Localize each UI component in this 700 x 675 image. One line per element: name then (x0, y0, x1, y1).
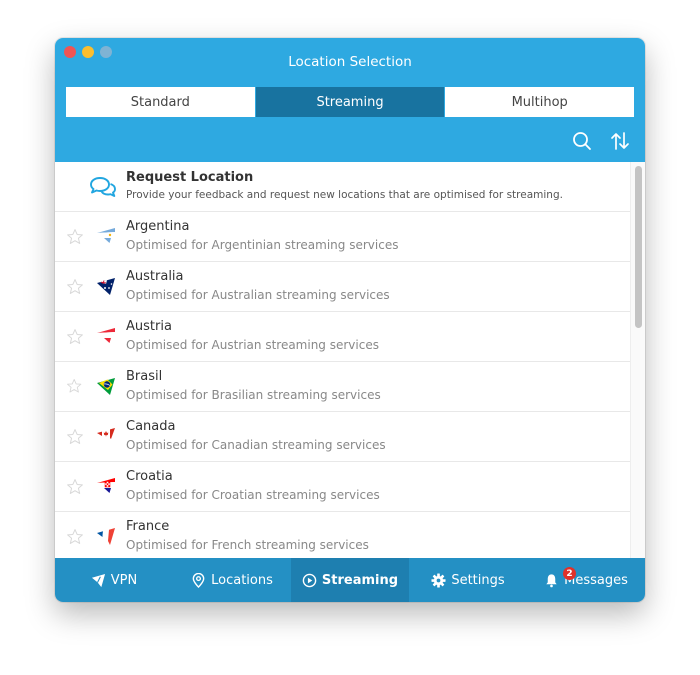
location-row-argentina[interactable]: Argentina Optimised for Argentinian stre… (55, 212, 630, 262)
list-scrollbar-thumb[interactable] (635, 166, 642, 328)
location-row-austria[interactable]: Austria Optimised for Austrian streaming… (55, 312, 630, 362)
location-name: Australia (126, 269, 184, 284)
favorite-star-icon[interactable] (66, 428, 84, 446)
canada-flag-icon (97, 428, 115, 439)
location-description: Optimised for Brasilian streaming servic… (126, 388, 381, 402)
nav-vpn[interactable]: VPN (55, 558, 173, 602)
messages-badge: 2 (563, 567, 576, 580)
nav-locations[interactable]: Locations (173, 558, 291, 602)
location-row-canada[interactable]: Canada Optimised for Canadian streaming … (55, 412, 630, 462)
play-circle-icon (302, 573, 317, 587)
list-scrollbar[interactable] (630, 162, 645, 558)
chat-bubbles-icon (90, 177, 116, 197)
gear-icon (431, 572, 446, 588)
tab-multihop[interactable]: Multihop (445, 87, 635, 117)
location-list: Request Location Provide your feedback a… (55, 162, 630, 558)
location-row-brasil[interactable]: Brasil Optimised for Brasilian streaming… (55, 362, 630, 412)
favorite-star-icon[interactable] (66, 278, 84, 296)
location-selection-window: Location Selection Standard Streaming Mu… (55, 38, 645, 602)
favorite-star-icon[interactable] (66, 528, 84, 546)
nav-settings-label: Settings (451, 572, 505, 588)
request-location-row[interactable]: Request Location Provide your feedback a… (55, 162, 630, 212)
sort-icon (611, 132, 629, 150)
tab-standard[interactable]: Standard (66, 87, 256, 117)
location-pin-icon (192, 572, 205, 588)
location-row-france[interactable]: France Optimised for French streaming se… (55, 512, 630, 558)
bell-icon (546, 573, 557, 587)
title-bar: Location Selection Standard Streaming Mu… (55, 38, 645, 162)
sort-button[interactable] (609, 130, 631, 152)
location-row-australia[interactable]: Australia Optimised for Australian strea… (55, 262, 630, 312)
window-title: Location Selection (288, 54, 412, 70)
tab-streaming[interactable]: Streaming (255, 87, 446, 117)
brasil-flag-icon (97, 378, 115, 395)
location-name: Canada (126, 419, 176, 434)
argentina-flag-icon (97, 228, 115, 243)
favorite-star-icon[interactable] (66, 478, 84, 496)
search-button[interactable] (571, 130, 593, 152)
location-name: Croatia (126, 469, 173, 484)
location-name: Argentina (126, 219, 190, 234)
location-name: Brasil (126, 369, 163, 384)
nav-locations-label: Locations (211, 572, 273, 588)
favorite-star-icon[interactable] (66, 378, 84, 396)
australia-flag-icon (97, 278, 115, 295)
location-name: Austria (126, 319, 172, 334)
favorite-star-icon[interactable] (66, 228, 84, 246)
location-description: Optimised for Austrian streaming service… (126, 338, 379, 352)
location-description: Optimised for Argentinian streaming serv… (126, 238, 399, 252)
nav-streaming[interactable]: Streaming (291, 558, 409, 602)
bottom-navigation: VPN Locations Streaming Settings 2 Messa… (55, 558, 645, 602)
request-location-description: Provide your feedback and request new lo… (126, 189, 563, 201)
request-location-title: Request Location (126, 170, 254, 185)
search-icon (573, 132, 591, 150)
nav-streaming-label: Streaming (321, 572, 399, 588)
location-description: Optimised for Croatian streaming service… (126, 488, 380, 502)
location-description: Optimised for Canadian streaming service… (126, 438, 386, 452)
nav-settings[interactable]: Settings (409, 558, 527, 602)
location-name: France (126, 519, 170, 534)
location-row-croatia[interactable]: Croatia Optimised for Croatian streaming… (55, 462, 630, 512)
location-tabs: Standard Streaming Multihop (66, 87, 635, 117)
nav-messages[interactable]: 2 Messages (527, 558, 645, 602)
location-description: Optimised for French streaming services (126, 538, 369, 552)
croatia-flag-icon (97, 478, 115, 493)
nav-vpn-label: VPN (110, 572, 138, 588)
location-description: Optimised for Australian streaming servi… (126, 288, 390, 302)
favorite-star-icon[interactable] (66, 328, 84, 346)
vpn-icon (91, 573, 105, 587)
austria-flag-icon (97, 328, 115, 343)
france-flag-icon (97, 528, 115, 545)
